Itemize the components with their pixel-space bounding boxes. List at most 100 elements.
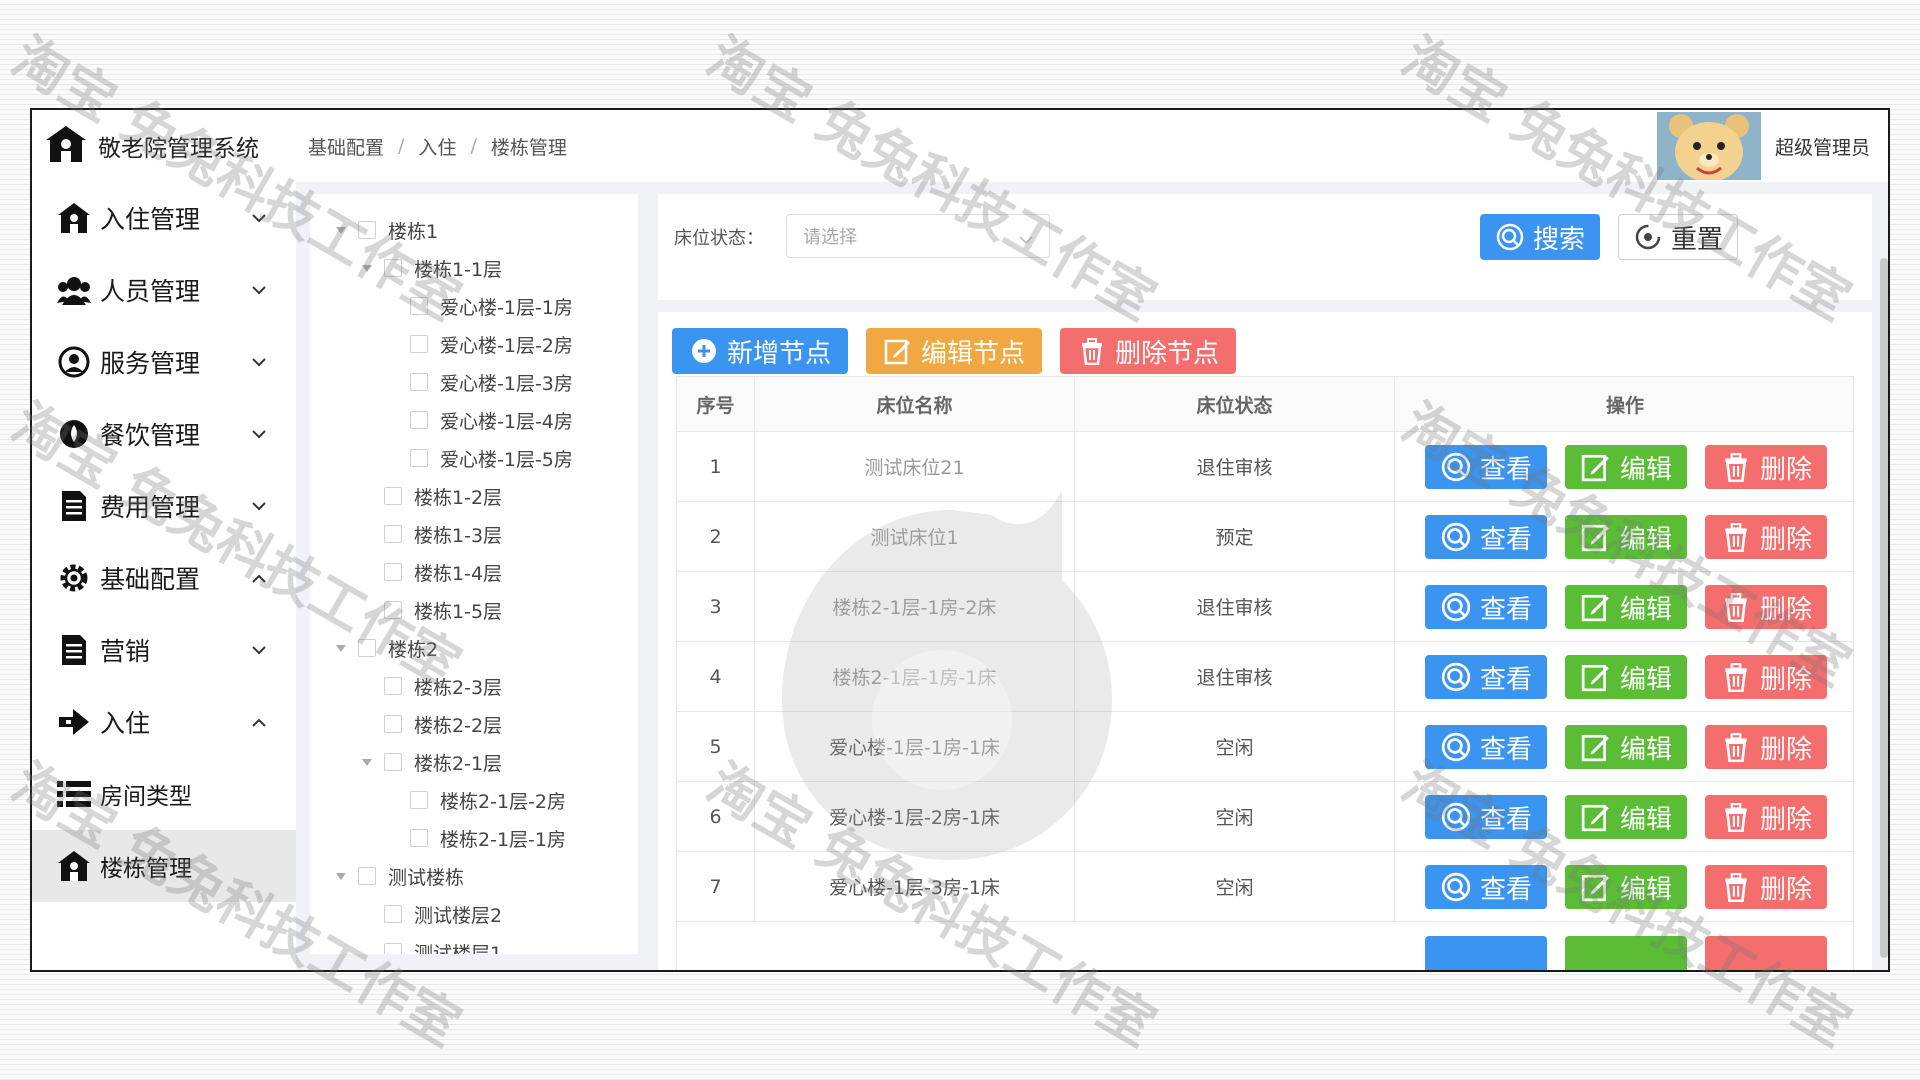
tree-checkbox[interactable] xyxy=(410,373,428,391)
view-button[interactable]: 查看 xyxy=(1425,655,1547,699)
view-button[interactable] xyxy=(1425,936,1547,970)
sidebar-item-marketing[interactable]: 营销 xyxy=(32,614,296,686)
search-button[interactable]: 搜索 xyxy=(1480,214,1600,260)
edit-button[interactable]: 编辑 xyxy=(1565,795,1687,839)
view-button[interactable]: 查看 xyxy=(1425,865,1547,909)
tree-node-label: 楼栋1-2层 xyxy=(414,486,503,509)
tree-node[interactable]: 测试楼栋 xyxy=(334,858,464,894)
vertical-scrollbar[interactable] xyxy=(1880,258,1888,958)
delete-button-label: 删除 xyxy=(1759,454,1812,485)
tree-checkbox[interactable] xyxy=(410,449,428,467)
delete-button[interactable]: 删除 xyxy=(1705,515,1827,559)
sidebar-item-food-management[interactable]: 餐饮管理 xyxy=(32,398,296,470)
edit-button[interactable]: 编辑 xyxy=(1565,445,1687,489)
tree-checkbox[interactable] xyxy=(384,601,402,619)
tree-node[interactable]: 楼栋1 xyxy=(334,212,438,248)
tree-node[interactable]: 楼栋2-1层-2房 xyxy=(410,782,566,818)
tree-checkbox[interactable] xyxy=(358,867,376,885)
delete-button[interactable]: 删除 xyxy=(1705,865,1827,909)
view-button[interactable]: 查看 xyxy=(1425,725,1547,769)
sidebar-item-staff-management[interactable]: 人员管理 xyxy=(32,254,296,326)
tree-node[interactable]: 爱心楼-1层-4房 xyxy=(410,402,573,438)
user-menu[interactable]: 超级管理员 xyxy=(1656,112,1870,180)
tree-checkbox[interactable] xyxy=(384,753,402,771)
sidebar-item-room-types[interactable]: 房间类型 xyxy=(32,758,296,830)
tree-node[interactable]: 楼栋2-3层 xyxy=(384,668,502,704)
caret-down-icon[interactable] xyxy=(360,261,374,275)
edit-button[interactable]: 编辑 xyxy=(1565,515,1687,559)
delete-button[interactable]: 删除 xyxy=(1705,445,1827,489)
sidebar-item-service-management[interactable]: 服务管理 xyxy=(32,326,296,398)
delete-button[interactable]: 删除 xyxy=(1705,725,1827,769)
tree-node[interactable]: 测试楼层1 xyxy=(384,934,502,954)
reset-button[interactable]: 重置 xyxy=(1618,214,1738,260)
tree-node[interactable]: 楼栋2-1层-1房 xyxy=(410,820,566,856)
edit-button[interactable]: 编辑 xyxy=(1565,585,1687,629)
tree-node[interactable]: 楼栋1-3层 xyxy=(384,516,502,552)
view-button[interactable]: 查看 xyxy=(1425,515,1547,559)
sidebar-item-fee-management[interactable]: 费用管理 xyxy=(32,470,296,542)
tree-checkbox[interactable] xyxy=(410,335,428,353)
edit-button[interactable]: 编辑 xyxy=(1565,865,1687,909)
tree-node[interactable]: 楼栋1-4层 xyxy=(384,554,502,590)
tree-node-label: 楼栋2-3层 xyxy=(414,676,503,699)
delete-button[interactable]: 删除 xyxy=(1705,795,1827,839)
tree-node[interactable]: 爱心楼-1层-5房 xyxy=(410,440,573,476)
tree-checkbox[interactable] xyxy=(384,715,402,733)
tree-checkbox[interactable] xyxy=(384,487,402,505)
chevron-up-icon xyxy=(250,713,268,731)
delete-button[interactable]: 删除 xyxy=(1705,655,1827,699)
delete-node-button[interactable]: 删除节点 xyxy=(1060,328,1236,374)
delete-button[interactable] xyxy=(1705,936,1827,970)
edit-button[interactable]: 编辑 xyxy=(1565,725,1687,769)
delete-button[interactable]: 删除 xyxy=(1705,585,1827,629)
avatar[interactable] xyxy=(1656,112,1761,180)
sidebar-item-building-management[interactable]: 楼栋管理 xyxy=(32,830,296,902)
tree-checkbox[interactable] xyxy=(384,905,402,923)
caret-down-icon[interactable] xyxy=(334,223,348,237)
reset-button-label: 重置 xyxy=(1670,224,1723,255)
tree-checkbox[interactable] xyxy=(410,829,428,847)
view-button[interactable]: 查看 xyxy=(1425,585,1547,629)
edit-button[interactable] xyxy=(1565,936,1687,970)
tree-node[interactable]: 爱心楼-1层-3房 xyxy=(410,364,573,400)
tree-node[interactable]: 爱心楼-1层-2房 xyxy=(410,326,573,362)
sidebar-item-basic-config[interactable]: 基础配置 xyxy=(32,542,296,614)
tree-checkbox[interactable] xyxy=(384,563,402,581)
tree-checkbox[interactable] xyxy=(384,677,402,695)
caret-down-icon[interactable] xyxy=(334,641,348,655)
tree-checkbox[interactable] xyxy=(410,791,428,809)
enter-icon xyxy=(56,704,92,740)
breadcrumb-item[interactable]: 入住 xyxy=(418,133,456,160)
tree-node[interactable]: 测试楼层2 xyxy=(384,896,502,932)
tree-node[interactable]: 楼栋1-2层 xyxy=(384,478,502,514)
add-node-button[interactable]: 新增节点 xyxy=(672,328,848,374)
tree-node[interactable]: 楼栋2-2层 xyxy=(384,706,502,742)
sidebar-item-checkin[interactable]: 入住 xyxy=(32,686,296,758)
tree-checkbox[interactable] xyxy=(410,411,428,429)
edit-button[interactable]: 编辑 xyxy=(1565,655,1687,699)
search-icon xyxy=(1440,661,1472,693)
breadcrumb-item[interactable]: 基础配置 xyxy=(308,133,384,160)
tree-node[interactable]: 爱心楼-1层-1房 xyxy=(410,288,573,324)
view-button[interactable]: 查看 xyxy=(1425,795,1547,839)
tree-checkbox[interactable] xyxy=(410,297,428,315)
view-button[interactable]: 查看 xyxy=(1425,445,1547,489)
tree-checkbox[interactable] xyxy=(384,525,402,543)
caret-down-icon[interactable] xyxy=(360,755,374,769)
tree-node[interactable]: 楼栋1-1层 xyxy=(360,250,502,286)
tree-checkbox[interactable] xyxy=(384,943,402,954)
tree-node-label: 楼栋1 xyxy=(388,220,439,243)
tree-checkbox[interactable] xyxy=(358,639,376,657)
sidebar-item-checkin-management[interactable]: 入住管理 xyxy=(32,182,296,254)
tree-checkbox[interactable] xyxy=(358,221,376,239)
view-button-label: 查看 xyxy=(1479,874,1532,905)
bed-status-select[interactable]: 请选择 xyxy=(786,214,1050,258)
tree-node[interactable]: 楼栋2 xyxy=(334,630,438,666)
edit-node-button[interactable]: 编辑节点 xyxy=(866,328,1042,374)
caret-down-icon[interactable] xyxy=(334,869,348,883)
tree-node[interactable]: 楼栋1-5层 xyxy=(384,592,502,628)
plus-circle-icon xyxy=(689,336,719,366)
tree-node[interactable]: 楼栋2-1层 xyxy=(360,744,502,780)
tree-checkbox[interactable] xyxy=(384,259,402,277)
